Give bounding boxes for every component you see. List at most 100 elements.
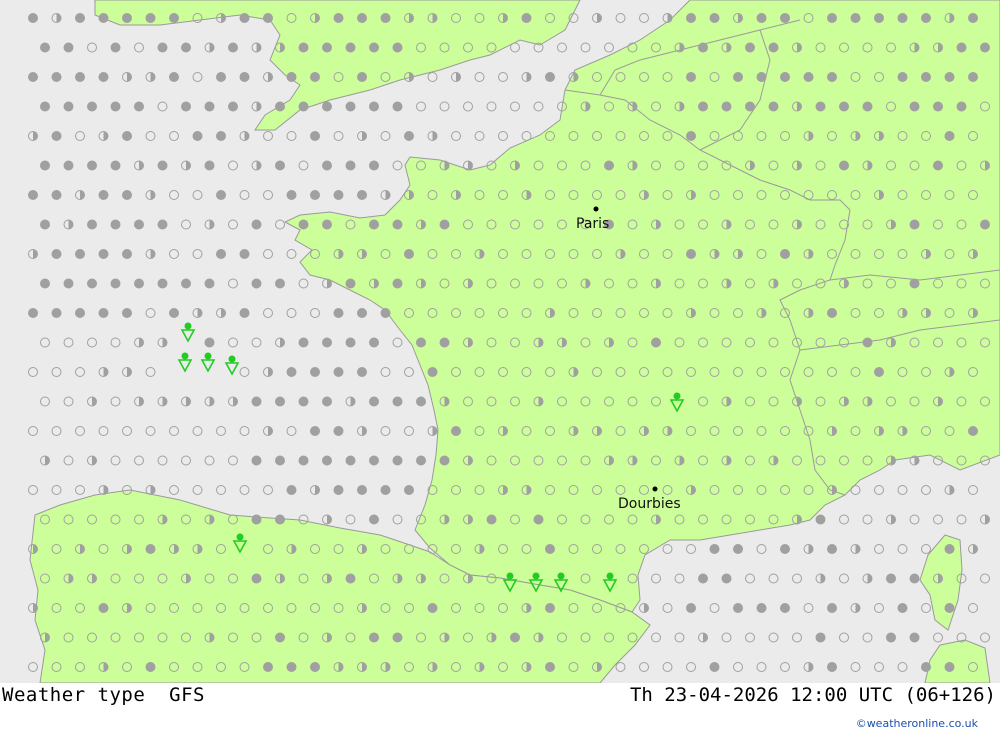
filled-circle-icon	[40, 101, 50, 112]
filled-circle-icon	[416, 396, 426, 407]
filled-circle-icon	[345, 42, 356, 53]
filled-circle-icon	[827, 308, 837, 318]
filled-circle-icon	[40, 42, 50, 53]
filled-circle-icon	[310, 662, 320, 672]
filled-circle-icon	[721, 101, 732, 112]
filled-circle-icon	[545, 72, 555, 82]
filled-circle-icon	[239, 249, 250, 259]
filled-circle-icon	[87, 278, 97, 289]
filled-circle-icon	[686, 72, 696, 82]
filled-circle-icon	[298, 455, 309, 466]
filled-circle-icon	[40, 278, 50, 289]
filled-circle-icon	[63, 42, 74, 53]
filled-circle-icon	[28, 190, 38, 200]
filled-circle-icon	[369, 396, 379, 407]
filled-circle-icon	[733, 544, 743, 554]
filled-circle-icon	[251, 396, 262, 407]
map-datetime: Th 23-04-2026 12:00 UTC (06+126)	[629, 684, 996, 706]
filled-circle-icon	[980, 219, 990, 230]
filled-circle-icon	[780, 544, 790, 554]
filled-circle-icon	[780, 603, 790, 613]
filled-circle-icon	[286, 485, 297, 495]
filled-circle-icon	[369, 455, 379, 466]
filled-circle-icon	[850, 13, 861, 23]
filled-circle-icon	[322, 396, 332, 407]
filled-circle-icon	[780, 13, 790, 23]
filled-circle-icon	[322, 219, 332, 230]
filled-circle-icon	[122, 13, 132, 23]
filled-circle-icon	[886, 573, 896, 584]
filled-circle-icon	[204, 101, 215, 112]
filled-circle-icon	[251, 573, 262, 584]
filled-circle-icon	[333, 308, 344, 318]
filled-circle-icon	[75, 13, 85, 23]
filled-circle-icon	[815, 514, 826, 525]
filled-circle-icon	[909, 101, 920, 112]
filled-circle-icon	[286, 367, 297, 377]
filled-circle-icon	[909, 219, 920, 230]
filled-circle-icon	[709, 544, 720, 554]
filled-circle-icon	[145, 13, 156, 23]
filled-circle-icon	[698, 573, 708, 584]
filled-circle-icon	[345, 101, 356, 112]
filled-circle-icon	[40, 219, 50, 230]
filled-circle-icon	[780, 249, 790, 259]
filled-circle-icon	[98, 308, 109, 318]
filled-circle-icon	[134, 278, 144, 289]
filled-circle-icon	[897, 72, 908, 82]
filled-circle-icon	[733, 603, 743, 613]
filled-circle-icon	[944, 662, 955, 672]
filled-circle-icon	[169, 72, 179, 82]
filled-circle-icon	[251, 514, 262, 525]
filled-circle-icon	[404, 249, 414, 259]
filled-circle-icon	[169, 308, 179, 318]
filled-circle-icon	[392, 101, 403, 112]
filled-circle-icon	[545, 662, 555, 672]
filled-circle-icon	[756, 603, 767, 613]
filled-circle-icon	[510, 632, 520, 643]
filled-circle-icon	[380, 485, 391, 495]
filled-circle-icon	[345, 337, 356, 348]
credit-link[interactable]: ©weatheronline.co.uk	[856, 717, 978, 730]
filled-circle-icon	[87, 219, 97, 230]
filled-circle-icon	[839, 160, 849, 171]
filled-circle-icon	[239, 13, 250, 23]
filled-circle-icon	[322, 160, 332, 171]
filled-circle-icon	[322, 337, 332, 348]
filled-circle-icon	[721, 573, 732, 584]
filled-circle-icon	[897, 13, 908, 23]
map-title: Weather type GFS	[2, 684, 205, 706]
filled-circle-icon	[427, 603, 438, 613]
filled-circle-icon	[862, 337, 873, 348]
filled-circle-icon	[251, 278, 262, 289]
filled-circle-icon	[110, 42, 121, 53]
filled-circle-icon	[298, 396, 309, 407]
filled-circle-icon	[827, 13, 837, 23]
filled-circle-icon	[51, 131, 62, 141]
filled-circle-icon	[40, 160, 50, 171]
filled-circle-icon	[803, 72, 814, 82]
filled-circle-icon	[28, 72, 38, 82]
filled-circle-icon	[956, 42, 967, 53]
filled-circle-icon	[756, 13, 767, 23]
filled-circle-icon	[545, 603, 555, 613]
filled-circle-icon	[110, 219, 121, 230]
filled-circle-icon	[756, 72, 767, 82]
filled-circle-icon	[216, 190, 226, 200]
filled-circle-icon	[369, 337, 379, 348]
filled-circle-icon	[63, 160, 74, 171]
filled-circle-icon	[157, 278, 168, 289]
filled-circle-icon	[122, 131, 132, 141]
filled-circle-icon	[181, 101, 191, 112]
filled-circle-icon	[239, 72, 250, 82]
filled-circle-icon	[745, 42, 755, 53]
filled-circle-icon	[369, 101, 379, 112]
filled-circle-icon	[380, 13, 391, 23]
filled-circle-icon	[251, 219, 262, 230]
filled-circle-icon	[968, 426, 978, 436]
filled-circle-icon	[51, 308, 62, 318]
filled-circle-icon	[181, 278, 191, 289]
filled-circle-icon	[439, 337, 450, 348]
filled-circle-icon	[369, 514, 379, 525]
filled-circle-icon	[251, 455, 262, 466]
